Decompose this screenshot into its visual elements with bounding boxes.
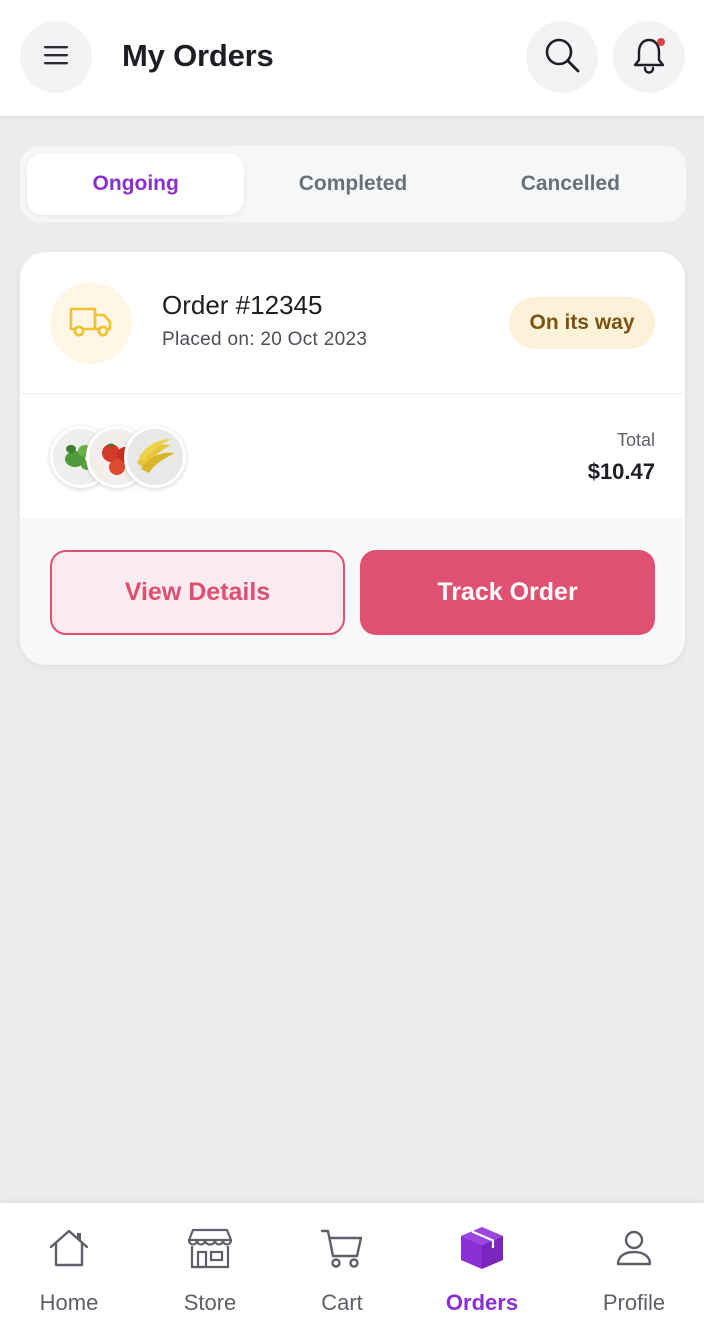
nav-item-orders[interactable]: Orders (432, 1203, 532, 1328)
tab-cancelled[interactable]: Cancelled (462, 153, 679, 215)
truck-icon (68, 304, 114, 343)
notification-dot (657, 38, 665, 46)
tab-ongoing[interactable]: Ongoing (27, 153, 245, 215)
nav-item-cart[interactable]: Cart (292, 1203, 392, 1328)
total-label: Total (616, 430, 655, 450)
store-icon (185, 1223, 235, 1273)
track-order-button[interactable]: Track Order (360, 550, 655, 635)
search-button[interactable] (526, 21, 598, 93)
cart-icon (317, 1223, 367, 1273)
status-badge: On its way (509, 297, 655, 349)
bottom-navigation: Home Store Cart Orders Profile (0, 1202, 704, 1328)
order-actions: View Details Track Order (20, 518, 685, 665)
page-title: My Orders (122, 38, 274, 73)
nav-item-home[interactable]: Home (19, 1203, 119, 1328)
nav-item-store[interactable]: Store (160, 1203, 260, 1328)
box-icon (457, 1223, 507, 1273)
nav-label-home: Home (39, 1290, 99, 1315)
order-status-tabs: Ongoing Completed Cancelled (20, 146, 686, 222)
nav-label-store: Store (183, 1290, 237, 1315)
tab-completed[interactable]: Completed (244, 153, 461, 215)
view-details-button[interactable]: View Details (50, 550, 345, 635)
nav-label-profile: Profile (602, 1290, 666, 1315)
user-icon (609, 1223, 659, 1273)
order-date: Placed on: 20 Oct 2023 (162, 329, 368, 350)
item-thumbnail-bananas (124, 426, 186, 488)
card-divider (20, 393, 685, 394)
nav-label-orders: Orders (445, 1290, 519, 1315)
order-card: Order #12345 Placed on: 20 Oct 2023 On i… (20, 252, 685, 665)
nav-label-cart: Cart (321, 1290, 363, 1315)
home-icon (44, 1223, 94, 1273)
search-icon (543, 36, 581, 79)
notifications-button[interactable] (613, 21, 685, 93)
order-status-icon-wrap (50, 282, 132, 364)
nav-item-profile[interactable]: Profile (584, 1203, 684, 1328)
menu-button[interactable] (20, 21, 92, 93)
total-value: $10.47 (587, 459, 655, 484)
app-header: My Orders (0, 0, 704, 116)
menu-icon (43, 44, 69, 71)
order-number: Order #12345 (162, 290, 323, 320)
